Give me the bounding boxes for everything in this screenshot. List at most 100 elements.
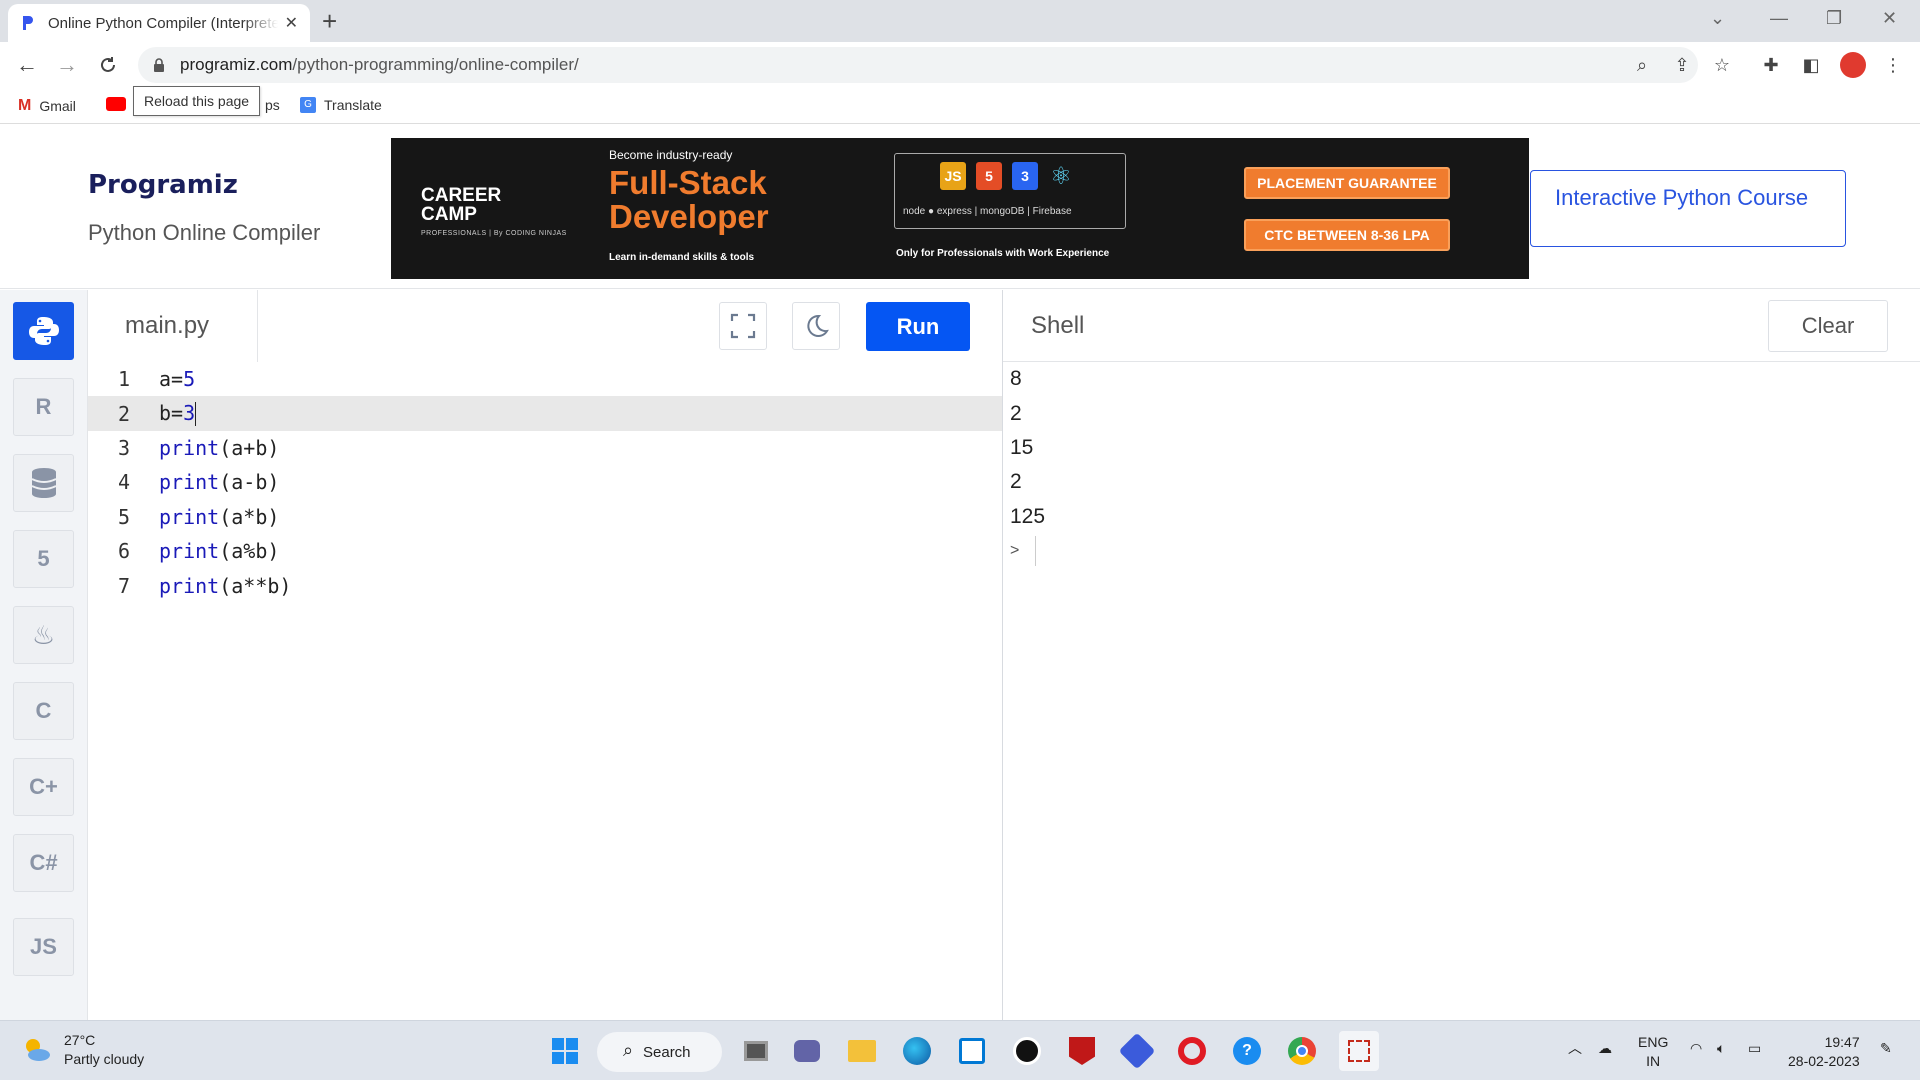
chrome-icon[interactable] [1286,1035,1318,1067]
edge-icon[interactable] [901,1035,933,1067]
bookmark-translate[interactable]: G Translate [300,97,382,113]
close-tab-icon[interactable]: ✕ [285,13,298,33]
store-icon[interactable] [956,1035,988,1067]
volume-icon[interactable]: 🔈︎ [1717,1039,1725,1058]
keyword: print [159,539,220,564]
notifications-icon[interactable]: ✎ [1880,1039,1892,1058]
lang-sql[interactable] [13,454,74,512]
code-line[interactable]: 2 b=3 [88,396,1002,431]
shell-output-line: 8 [1010,367,1022,391]
minimize-icon[interactable]: — [1770,8,1788,29]
ad-brand: CAREER CAMP PROFESSIONALS | By CODING NI… [421,186,567,243]
address-bar[interactable]: programiz.com/python-programming/online-… [138,47,1698,83]
back-icon[interactable]: ← [12,50,42,80]
wifi-icon[interactable]: ◠ [1690,1039,1702,1058]
shell-prompt-line[interactable]: > [1010,534,1045,568]
taskbar-search[interactable]: ⌕ Search [597,1032,722,1072]
bookmark-youtube[interactable] [106,97,134,111]
site-header: Programiz Python Online Compiler CAREER … [0,125,1920,289]
shell-output-line: 125 [1010,504,1046,528]
ad-headline: Full-Stack Developer [609,166,769,234]
window-close-icon[interactable]: ✕ [1882,8,1897,29]
lang-java[interactable]: ♨ [13,606,74,664]
lang-c[interactable]: C [13,682,74,740]
bookmark-apps[interactable]: ps [265,97,280,113]
file-explorer-icon[interactable] [846,1035,878,1067]
ad-brand-small: PROFESSIONALS | By CODING NINJAS [421,230,567,237]
code-line[interactable]: 4 print(a-b) [88,465,1002,499]
code-line[interactable]: 7 print(a**b) [88,568,1002,602]
lang-html[interactable]: 5 [13,530,74,588]
lang-js[interactable]: JS [13,918,74,976]
tray-chevron-icon[interactable]: ︿ [1568,1039,1582,1058]
weather-temp: 27°C [64,1032,96,1048]
app-icon-2[interactable] [1118,1032,1156,1070]
reload-icon[interactable] [93,50,123,80]
bookmark-star-icon[interactable]: ☆ [1711,54,1733,76]
theme-toggle-button[interactable] [792,302,840,350]
code-line[interactable]: 6 print(a%b) [88,534,1002,568]
lang-csharp[interactable]: C# [13,834,74,892]
programiz-logo[interactable]: Programiz [88,170,238,200]
clock-time: 19:47 [1824,1034,1860,1050]
reload-tooltip: Reload this page [133,86,261,116]
run-button[interactable]: Run [866,302,970,351]
browser-tab[interactable]: Online Python Compiler (Interpreter) ✕ [8,4,310,42]
code-editor[interactable]: 1 a=5 2 b=3 3 print(a+b) 4 print(a-b) 5 print(a*b… [88,362,1002,1020]
windows-start-icon[interactable] [549,1035,581,1067]
new-tab-icon[interactable]: + [322,6,337,37]
bookmark-label: ps [265,97,280,113]
file-tab-main[interactable]: main.py [88,290,258,362]
keyword: print [159,470,220,495]
line-number: 3 [117,435,130,460]
forward-icon[interactable]: → [52,50,82,80]
interactive-course-button[interactable]: Interactive Python Course [1530,170,1846,247]
clock[interactable]: 19:47 28-02-2023 [1788,1033,1860,1071]
line-number: 4 [117,470,130,495]
bookmark-gmail[interactable]: M Gmail [18,97,76,115]
sql-icon [31,468,56,498]
ad-headline-2: Developer [609,198,769,235]
restore-icon[interactable]: ❐ [1826,8,1842,29]
code-line[interactable]: 5 print(a*b) [88,500,1002,534]
pane-divider[interactable] [1002,290,1003,1020]
teams-chat-icon[interactable] [791,1035,823,1067]
menu-icon[interactable]: ⋮ [1882,54,1904,76]
ad-banner[interactable]: CAREER CAMP PROFESSIONALS | By CODING NI… [391,138,1529,279]
clear-button[interactable]: Clear [1768,300,1888,352]
lang-cpp[interactable]: C+ [13,758,74,816]
extensions-icon[interactable]: ✚ [1760,54,1782,76]
share-icon[interactable]: ⇪ [1671,54,1693,76]
shell-output-line: 2 [1010,470,1022,494]
shell-output[interactable]: 8 2 15 2 125 > [1010,362,1045,568]
profile-avatar[interactable] [1840,52,1866,78]
tab-search-icon[interactable]: ⌄ [1710,8,1725,29]
code-line[interactable]: 3 print(a+b) [88,431,1002,465]
weather-widget[interactable]: 27°C Partly cloudy [20,1031,144,1069]
onedrive-icon[interactable]: ☁ [1598,1039,1612,1058]
fullscreen-button[interactable] [719,302,767,350]
ad-become: Become industry-ready [609,148,733,162]
mcafee-icon[interactable] [1066,1035,1098,1067]
snipping-tool-icon[interactable] [1339,1031,1379,1071]
task-view-icon[interactable] [740,1035,772,1067]
lang-r[interactable]: R [13,378,74,436]
lang-region: IN [1646,1053,1661,1069]
partly-cloudy-icon [26,1039,50,1061]
page-subtitle: Python Online Compiler [88,220,321,245]
help-icon[interactable]: ? [1231,1035,1263,1067]
ad-brand-bottom: CAMP [421,204,477,225]
zoom-icon[interactable]: ⌕ [1631,54,1653,76]
bookmark-label: Translate [324,97,382,113]
app-icon-1[interactable] [1011,1035,1043,1067]
opera-icon[interactable] [1176,1035,1208,1067]
java-icon: ♨ [31,619,56,650]
side-panel-icon[interactable]: ◧ [1800,54,1822,76]
ad-tech-box: JS 5 3 ⚛ node ● express | mongoDB | Fire… [894,153,1126,229]
language-indicator[interactable]: ENG IN [1638,1033,1668,1071]
code-line[interactable]: 1 a=5 [88,362,1002,396]
battery-icon[interactable]: ▭ [1748,1039,1761,1058]
lang-python[interactable] [13,302,74,360]
line-code: print(a-b) [159,470,280,495]
shell-output-line: 2 [1010,401,1022,425]
